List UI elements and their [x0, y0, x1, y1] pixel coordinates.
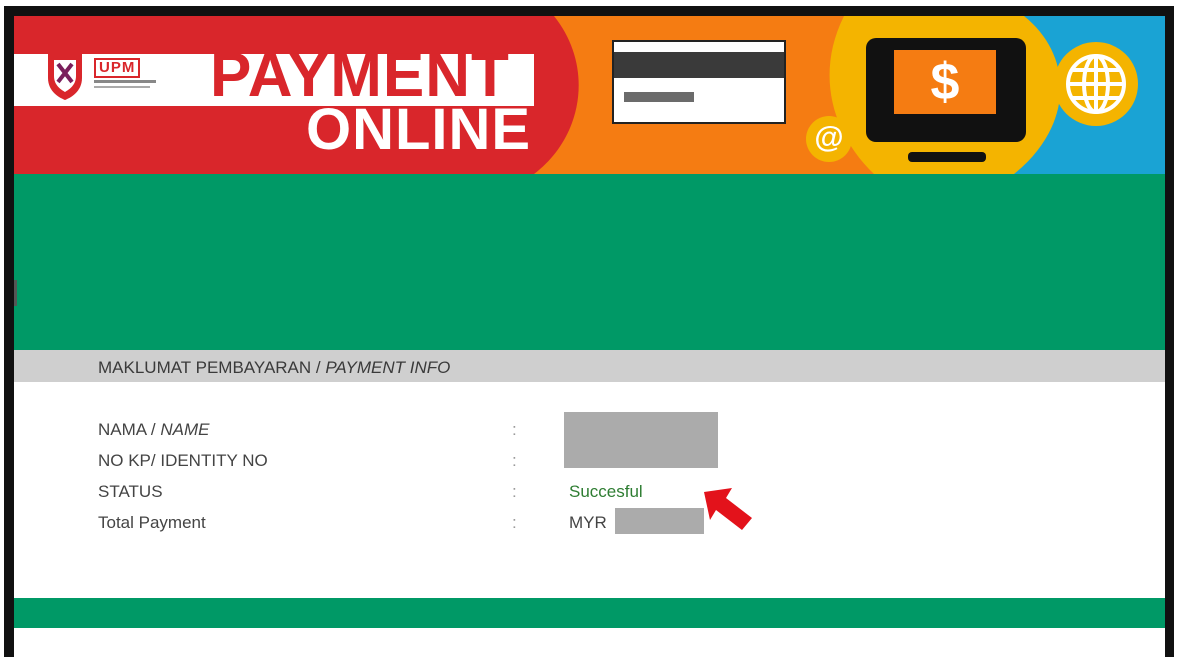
at-sign-icon: @	[806, 116, 852, 162]
logo-subtitle-line	[94, 86, 150, 88]
banner-title-online: ONLINE	[306, 97, 532, 162]
row-label-plain: NAMA /	[98, 420, 161, 439]
green-band-top	[14, 174, 1165, 350]
redacted-name-identity	[564, 412, 718, 468]
row-label: STATUS	[98, 482, 163, 501]
edge-marker	[14, 280, 17, 306]
upm-crest-icon	[48, 54, 82, 100]
section-title-plain: MAKLUMAT PEMBAYARAN /	[98, 358, 326, 377]
payment-online-banner: UPM PAYMENT ONLINE @ $	[14, 16, 1165, 174]
red-arrow-icon	[704, 488, 752, 530]
globe-icon	[1054, 42, 1138, 126]
logo-subtitle-line	[94, 80, 156, 83]
row-label: Total Payment	[98, 513, 206, 532]
upm-logo: UPM	[44, 52, 174, 102]
logo-text: UPM	[94, 58, 141, 78]
payment-page: UPM PAYMENT ONLINE @ $ MAKLUMAT PEMBAYAR…	[14, 16, 1165, 657]
row-colon: :	[512, 513, 517, 532]
row-colon: :	[512, 482, 517, 501]
credit-card-icon	[612, 40, 786, 124]
globe-lines	[1066, 54, 1126, 114]
green-band-bottom	[14, 598, 1165, 628]
dollar-screen: $	[894, 50, 996, 114]
redacted-amount	[615, 508, 704, 534]
card-number-bar	[624, 92, 694, 102]
row-colon: :	[512, 451, 517, 470]
row-label: NAMA / NAME	[98, 420, 209, 440]
status-value: Succesful	[569, 482, 643, 501]
card-stripe	[614, 52, 784, 78]
section-title: MAKLUMAT PEMBAYARAN / PAYMENT INFO	[98, 358, 450, 378]
row-colon: :	[512, 420, 517, 439]
monitor-dollar-icon: $	[866, 38, 1026, 142]
total-payment-value: MYR	[569, 513, 607, 532]
row-label-italic: NAME	[160, 420, 210, 439]
payment-info-header: MAKLUMAT PEMBAYARAN / PAYMENT INFO	[14, 350, 1165, 382]
section-title-italic: PAYMENT INFO	[325, 358, 451, 377]
row-label: NO KP/ IDENTITY NO	[98, 451, 268, 470]
monitor-stand	[908, 152, 986, 162]
screenshot-frame: UPM PAYMENT ONLINE @ $ MAKLUMAT PEMBAYAR…	[4, 6, 1174, 657]
